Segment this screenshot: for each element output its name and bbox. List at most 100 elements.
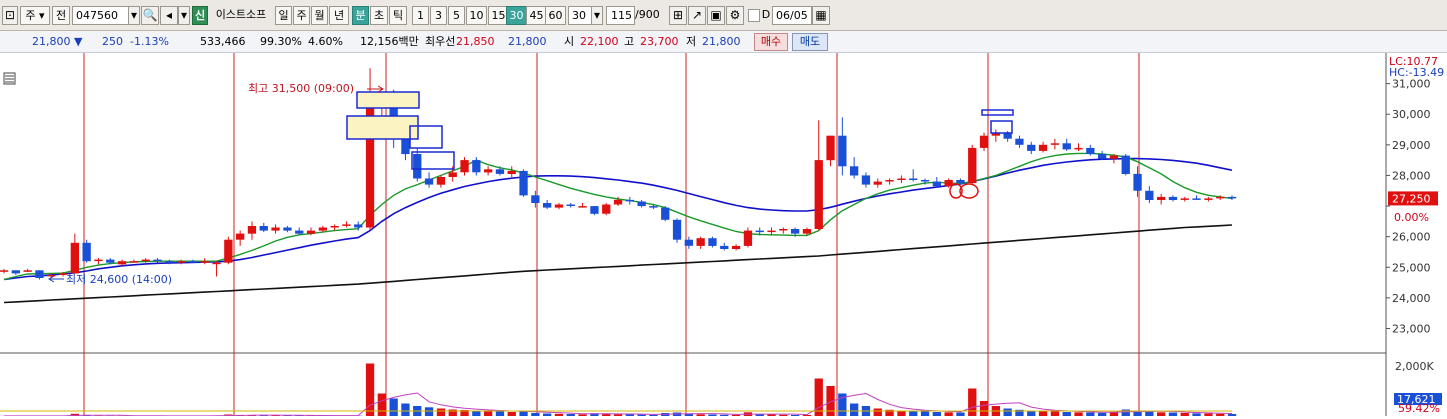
turnover: 4.60%	[308, 34, 343, 50]
candle-body	[519, 171, 527, 196]
candle-body	[201, 261, 209, 263]
candle-body	[543, 203, 551, 208]
volume-bar	[1063, 412, 1071, 416]
speaker-icon[interactable]: ◂	[160, 6, 178, 25]
candle-body	[165, 261, 173, 263]
change-rate: -1.13%	[130, 34, 169, 50]
high-annotation: 최고 31,500 (09:00)	[248, 82, 354, 95]
date-input[interactable]: 06/05	[772, 6, 812, 25]
candle-body	[24, 270, 32, 272]
open-price: 22,100	[580, 34, 619, 50]
candle-body	[1110, 156, 1118, 159]
save-icon[interactable]: ▣	[707, 6, 725, 25]
date-checkbox[interactable]	[748, 9, 760, 22]
interval-45-button[interactable]: 45	[526, 6, 547, 25]
volume-bar	[496, 412, 504, 417]
count-input[interactable]: 115	[606, 6, 635, 25]
candle-body	[708, 238, 716, 246]
price-chart[interactable]: 27,25017,621 31,00030,00029,00028,00026,…	[0, 53, 1447, 416]
interval-5-button[interactable]: 5	[448, 6, 465, 25]
candle-body	[685, 240, 693, 246]
candle-body	[874, 182, 882, 185]
volume-bar	[378, 394, 386, 417]
speaker-dropdown-icon[interactable]: ▾	[178, 6, 190, 25]
candle-body	[826, 136, 834, 161]
current-price-tag-label: 27,250	[1392, 192, 1431, 205]
candle-body	[1216, 197, 1224, 199]
candle-body	[649, 206, 657, 208]
candle-body	[590, 206, 598, 214]
chart-area[interactable]: 27,25017,621 31,00030,00029,00028,00026,…	[0, 53, 1447, 416]
gear-icon[interactable]: ⚙	[726, 6, 744, 25]
candle-body	[331, 226, 339, 228]
candle-body	[425, 179, 433, 185]
candle-body	[1133, 174, 1141, 191]
candle-body	[673, 220, 681, 240]
buy-button[interactable]: 매수	[754, 33, 788, 51]
period-second-button[interactable]: 초	[370, 6, 388, 25]
price-tick-label: 26,000	[1392, 231, 1431, 244]
interval-1-button[interactable]: 1	[412, 6, 429, 25]
candle-body	[697, 238, 705, 246]
candle-body	[496, 169, 504, 174]
period-tick-button[interactable]: 틱	[389, 6, 407, 25]
price-tick-label: 30,000	[1392, 108, 1431, 121]
draw-line-icon[interactable]: ↗	[688, 6, 706, 25]
interval-10-button[interactable]: 10	[466, 6, 487, 25]
low-price: 21,800	[702, 34, 741, 50]
candle-body	[460, 160, 468, 172]
code-dropdown-icon[interactable]: ▾	[128, 6, 140, 25]
volume-axis-label: 2,000K	[1395, 360, 1434, 373]
volume-ratio: 99.30%	[260, 34, 302, 50]
search-icon[interactable]: 🔍	[141, 6, 159, 25]
current-price-value: 21,800	[32, 35, 71, 48]
stock-code-input[interactable]: 047560	[72, 6, 130, 25]
candle-body	[661, 208, 669, 220]
count-max: /900	[635, 6, 665, 25]
candle-body	[720, 246, 728, 249]
period-year-button[interactable]: 년	[329, 6, 349, 25]
window-link-icon[interactable]: ⊡	[2, 6, 18, 25]
candle-body	[578, 206, 586, 208]
sell-button[interactable]: 매도	[792, 33, 828, 51]
candle-body	[1039, 145, 1047, 151]
candle-body	[1027, 145, 1035, 151]
volume: 533,466	[200, 34, 246, 50]
period-week-button[interactable]: 주	[293, 6, 310, 25]
quote-bar: 21,800 ▼ 250 -1.13% 533,466 99.30% 4.60%…	[0, 31, 1447, 53]
candle-body	[354, 224, 362, 227]
period-day-button[interactable]: 일	[275, 6, 292, 25]
interval-3-button[interactable]: 3	[430, 6, 447, 25]
toolbar: ⊡ 주 ▾ 전 047560 ▾ 🔍 ◂ ▾ 신 이스트소프 일 주 월 년 분…	[0, 0, 1447, 31]
down-arrow-icon: ▼	[74, 35, 82, 48]
calendar-icon[interactable]: ▦	[812, 6, 830, 25]
volume-bar	[956, 413, 964, 417]
volume-bar	[1122, 410, 1130, 417]
prev-button[interactable]: 전	[52, 6, 70, 25]
volume-bar	[484, 411, 492, 416]
period-month-button[interactable]: 월	[311, 6, 328, 25]
candle-body	[1015, 139, 1023, 145]
hc-label: HC:-13.49	[1389, 66, 1444, 79]
interval-dropdown-icon[interactable]: ▾	[591, 6, 603, 25]
volume-bar	[850, 404, 858, 417]
stock-name: 이스트소프	[209, 6, 273, 25]
candle-body	[35, 270, 43, 278]
candle-body	[449, 172, 457, 177]
interval-60-button[interactable]: 60	[545, 6, 566, 25]
interval-30-button[interactable]: 30	[506, 6, 527, 25]
price-tick-label: 23,000	[1392, 323, 1431, 336]
candle-body	[732, 246, 740, 249]
chart-tools-icon[interactable]: ⊞	[669, 6, 687, 25]
candle-body	[897, 179, 905, 181]
candle-body	[862, 175, 870, 184]
candle-body	[94, 260, 102, 262]
candle-body	[1063, 143, 1071, 149]
credit-badge: 신	[192, 6, 208, 25]
period-minute-button[interactable]: 분	[352, 6, 369, 25]
current-price: 21,800 ▼	[32, 34, 82, 50]
market-select[interactable]: 주 ▾	[20, 6, 50, 25]
volume-bar	[508, 412, 516, 416]
candle-body	[224, 240, 232, 263]
candle-body	[83, 243, 91, 261]
